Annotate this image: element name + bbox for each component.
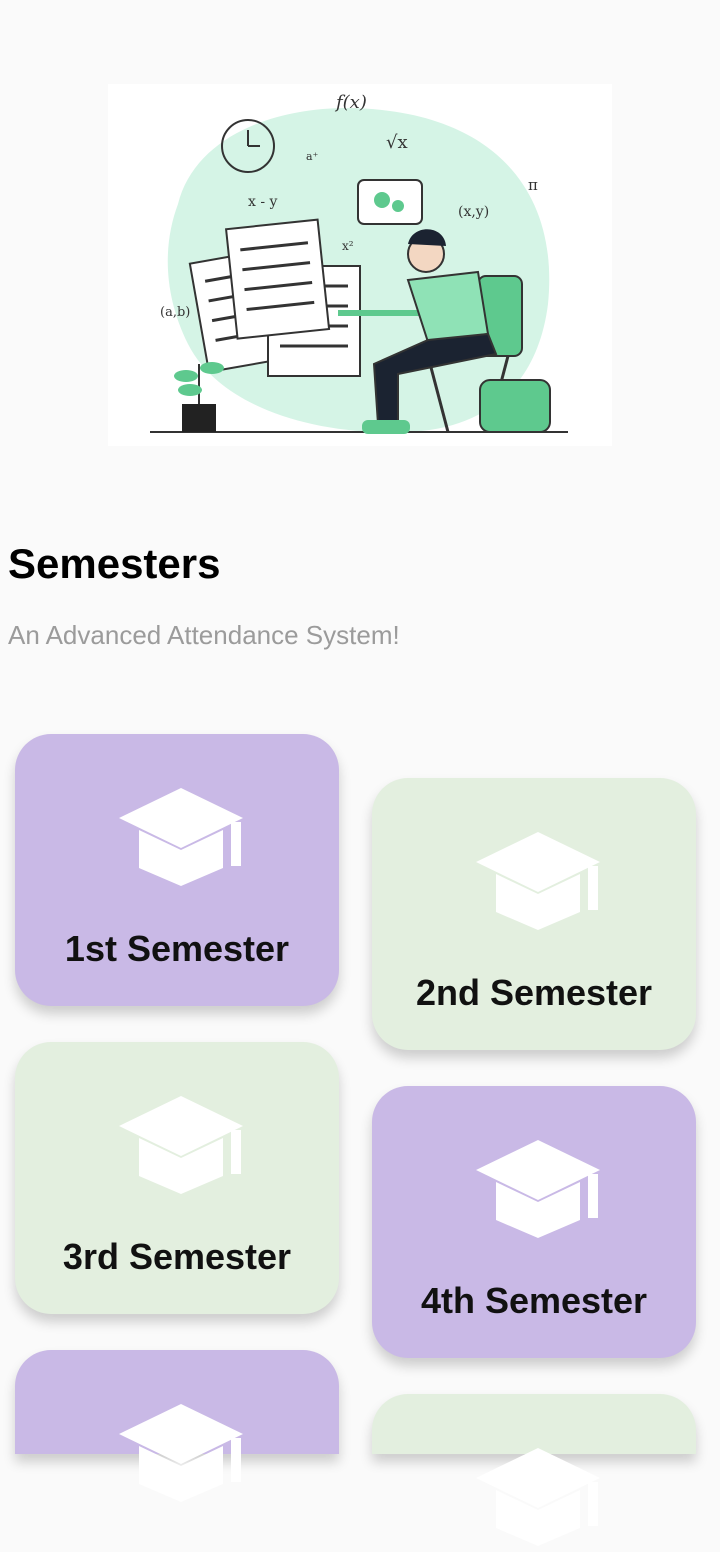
- semester-card-5[interactable]: [15, 1350, 339, 1502]
- hero-illustration: f(x) a⁺ √x x - y x² (x,y) (a,b) π: [108, 84, 612, 446]
- math-label-xy: x - y: [248, 194, 278, 210]
- page-subtitle: An Advanced Attendance System!: [8, 620, 400, 650]
- semester-card-2[interactable]: 2nd Semester: [372, 778, 696, 1050]
- graduation-cap-icon: [476, 832, 600, 930]
- graduation-cap-icon: [119, 1404, 243, 1502]
- semester-card-6[interactable]: [372, 1394, 696, 1546]
- math-label-fx: f(x): [334, 92, 367, 113]
- semester-card-label: 3rd Semester: [62, 1236, 292, 1277]
- graduation-cap-icon: [119, 1096, 243, 1194]
- math-label-pi: π: [528, 176, 538, 194]
- math-label-point: (x,y): [458, 204, 489, 220]
- math-label-a: a⁺: [306, 150, 319, 163]
- page-title: Semesters: [8, 540, 221, 587]
- semester-card-3[interactable]: 3rd Semester: [15, 1042, 339, 1314]
- semester-card-1[interactable]: 1st Semester: [15, 734, 339, 1006]
- math-label-ab: (a,b): [160, 305, 190, 320]
- math-label-sqrt: √x: [386, 132, 408, 153]
- semester-card-4[interactable]: 4th Semester: [372, 1086, 696, 1358]
- semester-card-label: 1st Semester: [64, 928, 290, 969]
- graduation-cap-icon: [119, 788, 243, 886]
- graduation-cap-icon: [476, 1140, 600, 1238]
- graduation-cap-icon: [476, 1448, 600, 1546]
- math-label-x2: x²: [342, 239, 354, 253]
- semester-card-label: 2nd Semester: [415, 972, 653, 1013]
- semester-card-label: 4th Semester: [420, 1280, 648, 1321]
- student-studying-illustration: f(x) a⁺ √x x - y x² (x,y) (a,b) π: [150, 92, 568, 434]
